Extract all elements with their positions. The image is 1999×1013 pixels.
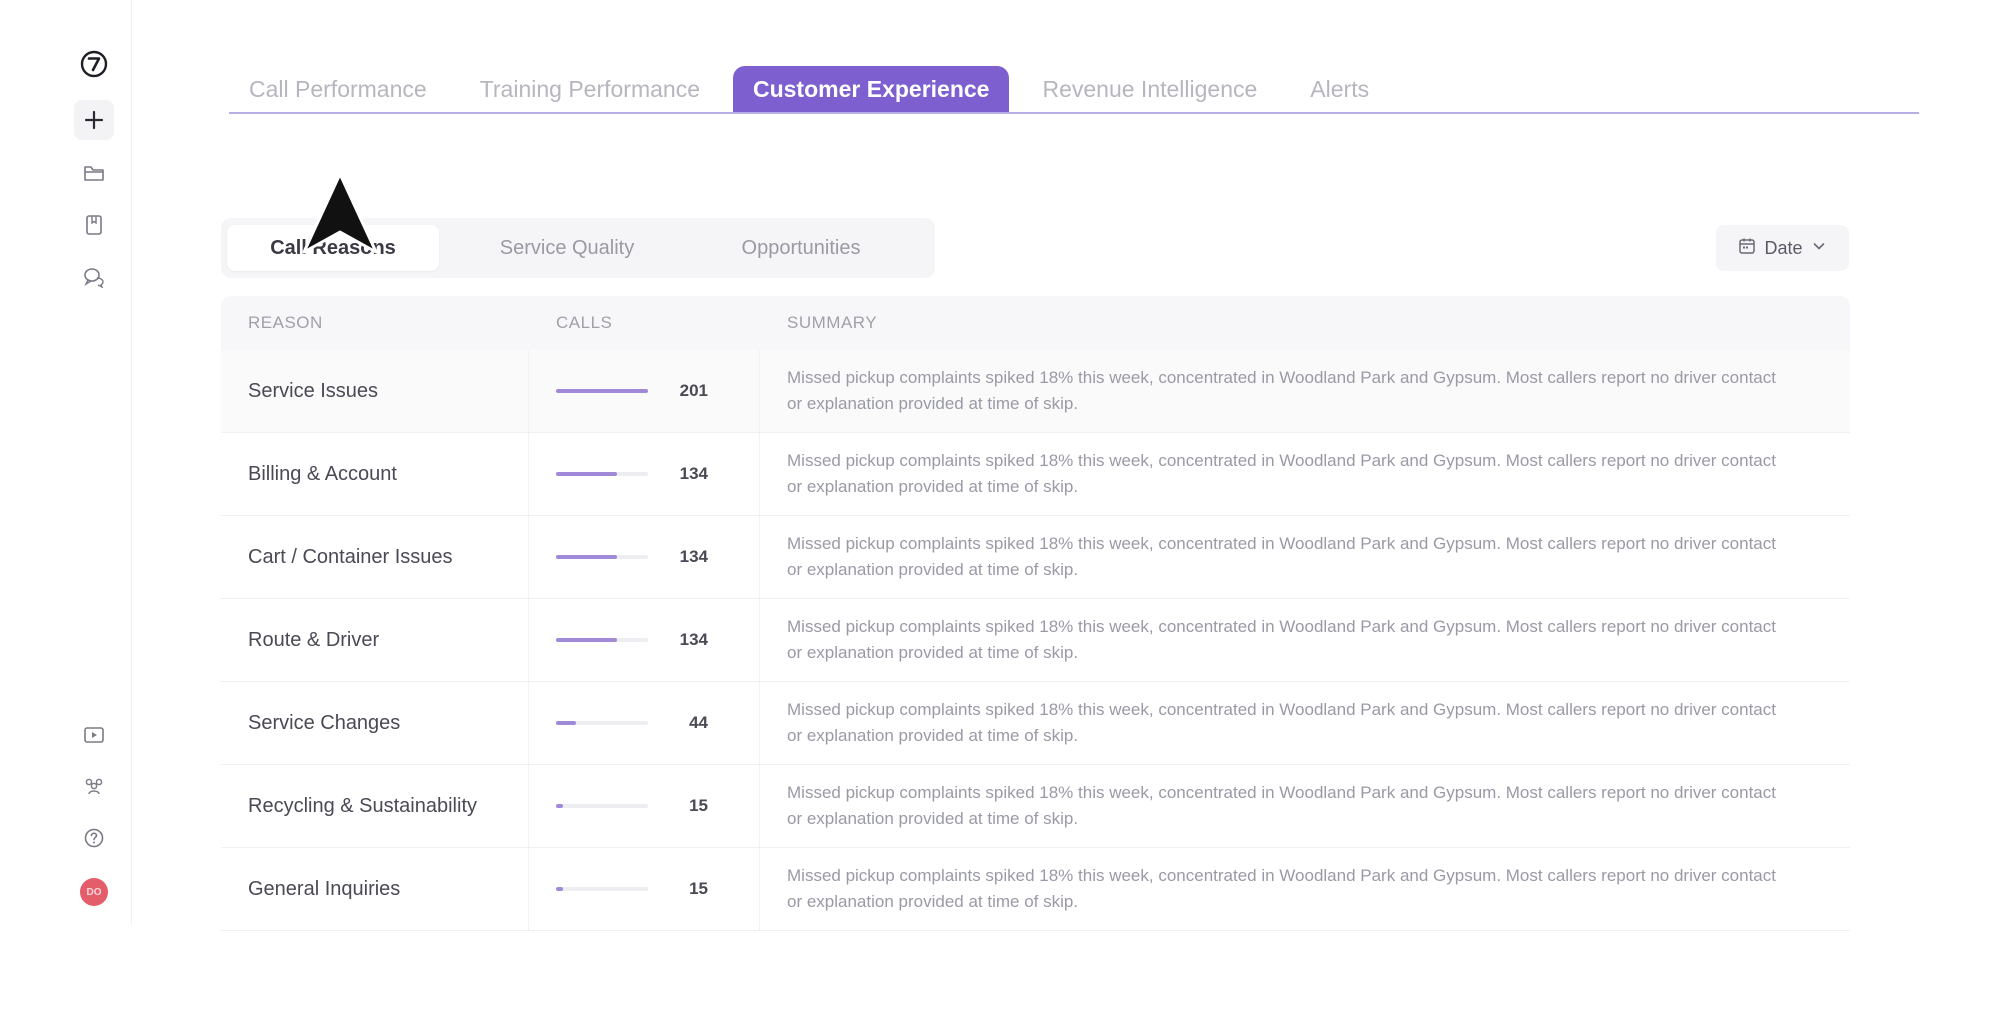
table-row[interactable]: Route & Driver 134 Missed pickup complaint…: [221, 599, 1850, 682]
header-reason[interactable]: REASON: [221, 313, 529, 333]
logo-icon[interactable]: [74, 44, 114, 84]
avatar-initials: DO: [80, 878, 108, 906]
team-icon[interactable]: [74, 766, 114, 806]
calls-cell: 15: [529, 765, 760, 847]
reason-cell: Service Issues: [221, 350, 529, 432]
bookmark-book-icon[interactable]: [74, 205, 114, 245]
reason-cell: Cart / Container Issues: [221, 516, 529, 598]
calls-count: 44: [689, 713, 708, 732]
calls-bar-track: [556, 804, 648, 808]
sidebar: DO: [0, 0, 132, 925]
table-row[interactable]: Recycling & Sustainability 15 Missed picku…: [221, 765, 1850, 848]
subtab-service-quality[interactable]: Service Quality: [461, 225, 673, 271]
table-row[interactable]: General Inquiries 15 Missed pickup complai…: [221, 848, 1850, 931]
table-row[interactable]: Cart / Container Issues 134 Missed pickup …: [221, 516, 1850, 599]
tab-alerts[interactable]: Alerts: [1290, 66, 1389, 112]
calls-cell: 134: [529, 433, 760, 515]
calls-bar-track: [556, 555, 648, 559]
table-row[interactable]: Service Issues 201 Missed pickup complaint…: [221, 350, 1850, 433]
calls-bar-track: [556, 887, 648, 891]
calls-count: 134: [679, 630, 708, 649]
calls-count: 134: [679, 547, 708, 566]
calls-count: 15: [689, 879, 708, 898]
summary-cell: Missed pickup complaints spiked 18% this…: [787, 783, 1776, 828]
calls-bar-track: [556, 472, 648, 476]
reason-cell: Service Changes: [221, 682, 529, 764]
tab-revenue-intelligence[interactable]: Revenue Intelligence: [1022, 66, 1277, 112]
table-header: REASON CALLS SUMMARY: [221, 296, 1850, 350]
calls-bar-track: [556, 638, 648, 642]
help-icon[interactable]: [74, 818, 114, 858]
user-avatar[interactable]: DO: [74, 872, 114, 912]
chat-icon[interactable]: [74, 257, 114, 297]
calls-cell: 134: [529, 516, 760, 598]
calls-bar-fill: [556, 389, 648, 393]
summary-cell: Missed pickup complaints spiked 18% this…: [787, 617, 1776, 662]
summary-cell: Missed pickup complaints spiked 18% this…: [787, 534, 1776, 579]
calls-bar-fill: [556, 555, 617, 559]
calls-cell: 134: [529, 599, 760, 681]
calls-count: 201: [679, 381, 708, 400]
header-calls[interactable]: CALLS: [529, 313, 760, 333]
calls-bar-fill: [556, 472, 617, 476]
top-tabs: Call Performance Training Performance Cu…: [229, 66, 1919, 114]
new-item-button[interactable]: [74, 100, 114, 140]
call-reasons-table: REASON CALLS SUMMARY Service Issues 201 Mi…: [221, 296, 1850, 931]
sub-tabs: Call Reasons Service Quality Opportuniti…: [221, 218, 935, 278]
tab-call-performance[interactable]: Call Performance: [229, 66, 447, 112]
calls-bar-fill: [556, 887, 563, 891]
calls-cell: 44: [529, 682, 760, 764]
reason-cell: Route & Driver: [221, 599, 529, 681]
calls-count: 134: [679, 464, 708, 483]
video-icon[interactable]: [74, 715, 114, 755]
reason-cell: General Inquiries: [221, 848, 529, 930]
date-filter-button[interactable]: Date: [1716, 225, 1849, 271]
table-row[interactable]: Billing & Account 134 Missed pickup compla…: [221, 433, 1850, 516]
calls-cell: 15: [529, 848, 760, 930]
tab-customer-experience[interactable]: Customer Experience: [732, 66, 1010, 112]
summary-cell: Missed pickup complaints spiked 18% this…: [787, 866, 1776, 911]
calls-bar-track: [556, 389, 648, 393]
chevron-down-icon: [1811, 238, 1827, 259]
calls-count: 15: [689, 796, 708, 815]
calendar-icon: [1738, 237, 1756, 260]
folder-icon[interactable]: [74, 154, 114, 194]
date-filter-label: Date: [1764, 237, 1803, 258]
subtab-opportunities[interactable]: Opportunities: [695, 225, 907, 271]
calls-bar-track: [556, 721, 648, 725]
reason-cell: Billing & Account: [221, 433, 529, 515]
header-summary[interactable]: SUMMARY: [760, 313, 1850, 333]
tab-training-performance[interactable]: Training Performance: [460, 66, 720, 112]
reason-cell: Recycling & Sustainability: [221, 765, 529, 847]
calls-bar-fill: [556, 804, 563, 808]
table-body: Service Issues 201 Missed pickup complaint…: [221, 350, 1850, 931]
subtab-call-reasons[interactable]: Call Reasons: [227, 225, 439, 271]
summary-cell: Missed pickup complaints spiked 18% this…: [787, 700, 1776, 745]
summary-cell: Missed pickup complaints spiked 18% this…: [787, 451, 1776, 496]
calls-bar-fill: [556, 638, 617, 642]
calls-bar-fill: [556, 721, 576, 725]
calls-cell: 201: [529, 350, 760, 432]
summary-cell: Missed pickup complaints spiked 18% this…: [787, 368, 1776, 413]
table-row[interactable]: Service Changes 44 Missed pickup complaint…: [221, 682, 1850, 765]
